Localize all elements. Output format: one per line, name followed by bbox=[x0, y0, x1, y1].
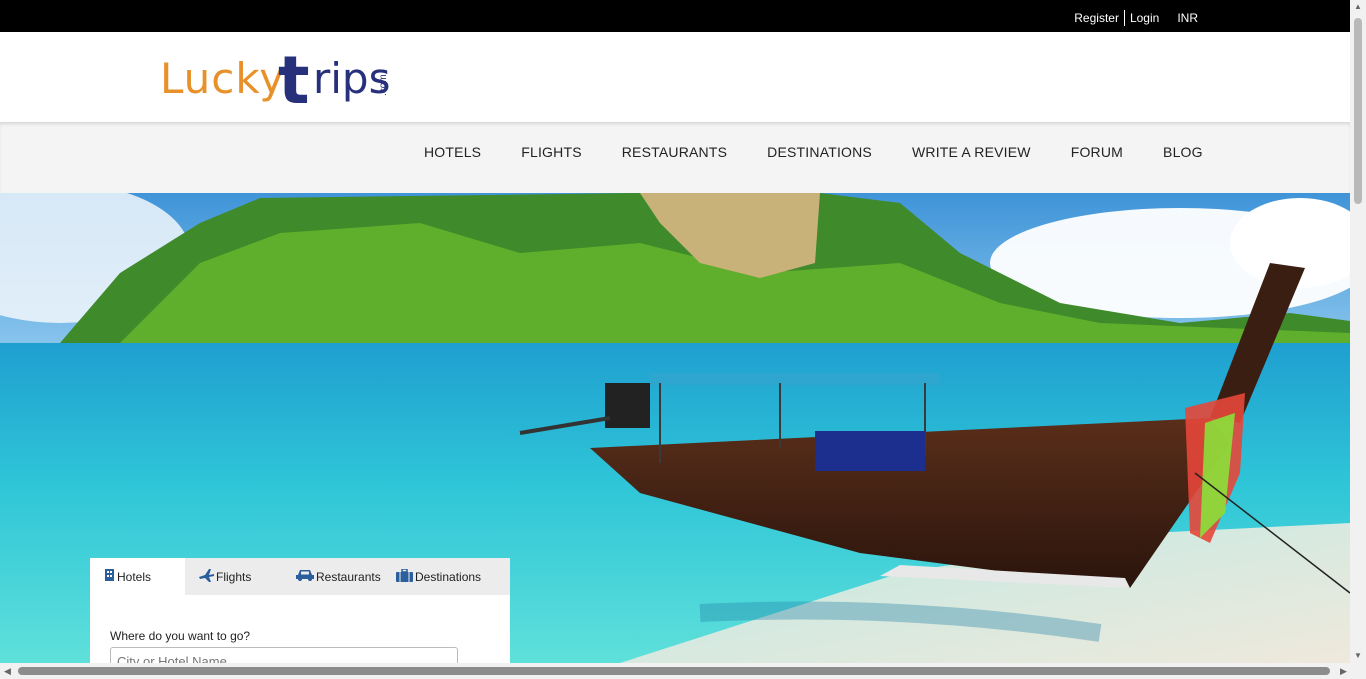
tab-hotels[interactable]: Hotels bbox=[90, 558, 185, 595]
suitcase-icon bbox=[396, 567, 413, 585]
tab-destinations-label: Destinations bbox=[415, 569, 482, 584]
nav-destinations[interactable]: DESTINATIONS bbox=[767, 144, 872, 160]
tab-flights-label: Flights bbox=[216, 569, 252, 584]
account-links: Register Login INR bbox=[1074, 10, 1198, 26]
tab-restaurants[interactable]: Restaurants bbox=[282, 558, 390, 595]
search-tabs: Hotels Flights Restaurants Destinations bbox=[90, 558, 510, 595]
horizontal-scrollbar[interactable]: ◀ ▶ bbox=[0, 663, 1366, 679]
car-icon bbox=[296, 569, 314, 584]
tab-destinations[interactable]: Destinations bbox=[390, 558, 510, 595]
scroll-down-icon[interactable]: ▼ bbox=[1354, 651, 1362, 660]
nav-blog[interactable]: BLOG bbox=[1163, 144, 1203, 160]
page-viewport: Register Login INR Lucky t rips .com HOT… bbox=[0, 0, 1350, 663]
tab-restaurants-label: Restaurants bbox=[316, 569, 381, 584]
search-widget: Hotels Flights Restaurants Destinations bbox=[90, 558, 510, 663]
horizontal-scroll-thumb[interactable] bbox=[18, 667, 1330, 675]
vertical-scroll-thumb[interactable] bbox=[1354, 18, 1362, 204]
airplane-icon bbox=[199, 568, 214, 585]
tab-hotels-label: Hotels bbox=[117, 569, 152, 584]
nav-flights[interactable]: FLIGHTS bbox=[521, 144, 582, 160]
scroll-right-icon[interactable]: ▶ bbox=[1340, 666, 1347, 677]
vertical-scrollbar[interactable]: ▲ ▼ bbox=[1350, 0, 1366, 663]
destination-input[interactable] bbox=[110, 647, 458, 663]
register-link[interactable]: Register bbox=[1074, 11, 1119, 25]
nav-hotels[interactable]: HOTELS bbox=[424, 144, 481, 160]
logo-lucky: Lucky bbox=[160, 54, 286, 103]
search-form: Where do you want to go? bbox=[90, 595, 510, 663]
destination-label: Where do you want to go? bbox=[110, 629, 251, 643]
main-nav: HOTELS FLIGHTS RESTAURANTS DESTINATIONS … bbox=[0, 122, 1350, 193]
site-header: Lucky t rips .com bbox=[0, 32, 1350, 122]
tab-flights[interactable]: Flights bbox=[185, 558, 282, 595]
nav-restaurants[interactable]: RESTAURANTS bbox=[622, 144, 727, 160]
currency-selector[interactable]: INR bbox=[1177, 11, 1198, 25]
top-bar: Register Login INR bbox=[0, 0, 1350, 32]
logo-t: t bbox=[278, 42, 310, 119]
login-link[interactable]: Login bbox=[1130, 11, 1159, 25]
link-divider bbox=[1123, 10, 1125, 26]
nav-forum[interactable]: FORUM bbox=[1071, 144, 1123, 160]
nav-write-review[interactable]: WRITE A REVIEW bbox=[912, 144, 1031, 160]
scroll-up-icon[interactable]: ▲ bbox=[1354, 2, 1362, 11]
logo-com: .com bbox=[378, 74, 389, 96]
building-icon bbox=[104, 569, 115, 584]
scroll-left-icon[interactable]: ◀ bbox=[4, 666, 11, 677]
